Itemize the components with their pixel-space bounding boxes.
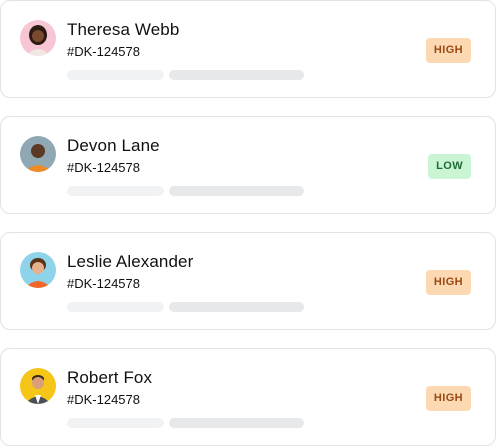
avatar	[20, 136, 56, 172]
ticket-id: #DK-124578	[67, 160, 140, 175]
priority-badge: HIGH	[425, 270, 471, 295]
avatar-image	[20, 136, 56, 172]
placeholder-bar	[67, 70, 164, 80]
ticket-card[interactable]: Theresa Webb #DK-124578 HIGH	[0, 0, 496, 98]
placeholder-bar	[169, 186, 304, 196]
ticket-id: #DK-124578	[67, 44, 140, 59]
placeholder-bar	[67, 302, 164, 312]
avatar-image	[20, 368, 56, 404]
customer-name: Theresa Webb	[67, 20, 180, 39]
placeholder-bar	[169, 70, 304, 80]
priority-badge: HIGH	[425, 38, 471, 63]
customer-name: Robert Fox	[67, 368, 153, 387]
avatar	[20, 368, 56, 404]
ticket-id: #DK-124578	[67, 392, 140, 407]
ticket-card[interactable]: Devon Lane #DK-124578 LOW	[0, 116, 496, 214]
placeholder-bar	[67, 418, 164, 428]
ticket-card[interactable]: Leslie Alexander #DK-124578 HIGH	[0, 232, 496, 330]
placeholder-bar	[169, 418, 304, 428]
ticket-card[interactable]: Robert Fox #DK-124578 HIGH	[0, 348, 496, 446]
placeholder-bar	[67, 186, 164, 196]
customer-name: Leslie Alexander	[67, 252, 194, 271]
ticket-id: #DK-124578	[67, 276, 140, 291]
avatar	[20, 252, 56, 288]
avatar-image	[20, 20, 56, 56]
priority-badge: HIGH	[425, 386, 471, 411]
priority-badge: LOW	[428, 154, 471, 179]
avatar-image	[20, 252, 56, 288]
avatar	[20, 20, 56, 56]
placeholder-bar	[169, 302, 304, 312]
customer-name: Devon Lane	[67, 136, 160, 155]
